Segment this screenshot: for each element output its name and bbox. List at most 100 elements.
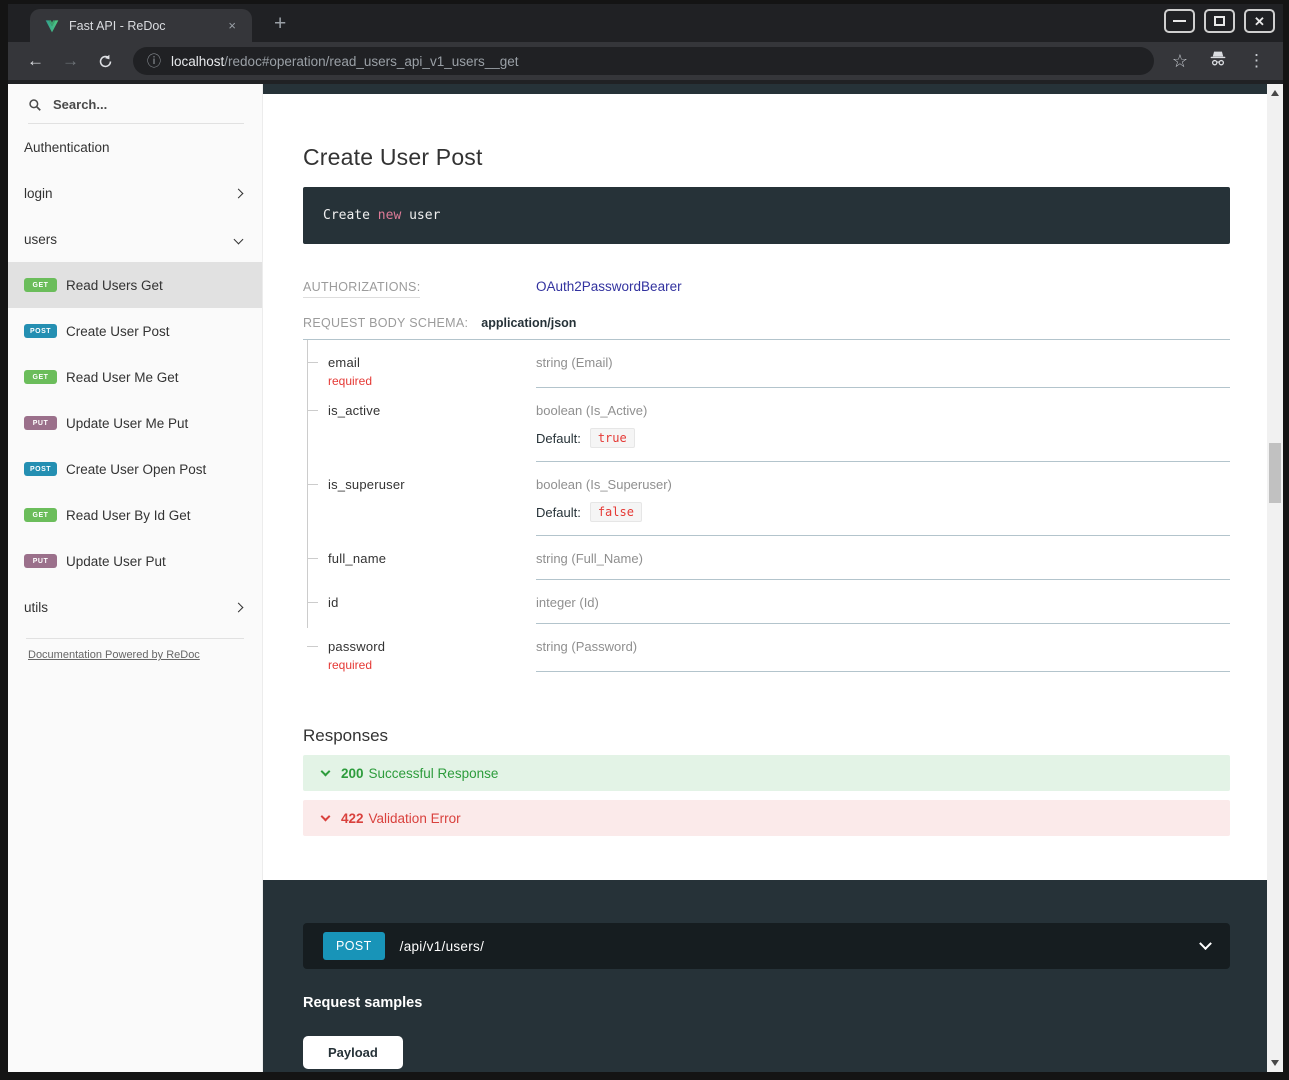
request-body-schema-label: REQUEST BODY SCHEMA: bbox=[303, 316, 468, 330]
request-samples-section: POST /api/v1/users/ Request samples Payl… bbox=[263, 880, 1267, 1072]
previous-section-dark-strip bbox=[263, 84, 1267, 94]
sidebar-item-label: Update User Put bbox=[66, 554, 166, 569]
method-badge-put: PUT bbox=[24, 416, 57, 430]
sidebar-item-utils[interactable]: utils bbox=[8, 584, 262, 630]
tab-close-icon[interactable]: × bbox=[222, 16, 242, 35]
vue-logo-icon bbox=[44, 18, 60, 34]
field-name: is_active bbox=[328, 403, 536, 418]
arrow-down-icon bbox=[1271, 1060, 1279, 1066]
main-panel: Create User Post Create new user AUTHORI… bbox=[263, 84, 1267, 1072]
scrollbar[interactable] bbox=[1267, 84, 1283, 1072]
sidebar-item-login[interactable]: login bbox=[8, 170, 262, 216]
method-badge-post: POST bbox=[24, 324, 57, 338]
payload-tab[interactable]: Payload bbox=[303, 1036, 403, 1069]
arrow-up-icon bbox=[1271, 90, 1279, 96]
authorizations-row: AUTHORIZATIONS: OAuth2PasswordBearer bbox=[303, 278, 1230, 296]
required-flag: required bbox=[328, 658, 536, 672]
field-type: string (Password) bbox=[536, 639, 1230, 654]
field-value-cell: string (Password) bbox=[536, 624, 1230, 672]
sidebar-item-label: users bbox=[24, 232, 57, 247]
sidebar-item-label: Update User Me Put bbox=[66, 416, 188, 431]
method-badge-post: POST bbox=[323, 932, 385, 960]
field-name: id bbox=[328, 595, 536, 610]
sidebar-item-users[interactable]: users bbox=[8, 216, 262, 262]
page-title: Create User Post bbox=[303, 144, 1230, 171]
back-button[interactable]: ← bbox=[18, 51, 53, 71]
sidebar-footer: Documentation Powered by ReDoc bbox=[28, 649, 244, 661]
sidebar-item-update-user-me-put[interactable]: PUT Update User Me Put bbox=[8, 400, 262, 446]
search-box[interactable] bbox=[28, 92, 244, 124]
field-value-cell: boolean (Is_Superuser) Default: false bbox=[536, 462, 1230, 536]
field-name-cell: is_superuser bbox=[307, 462, 536, 536]
field-value-cell: string (Email) bbox=[536, 340, 1230, 388]
url-path: /redoc#operation/read_users_api_v1_users… bbox=[224, 54, 518, 69]
response-code: 200 bbox=[341, 766, 364, 781]
field-type: boolean (Is_Superuser) bbox=[536, 477, 1230, 492]
maximize-icon bbox=[1214, 16, 1225, 26]
reload-button[interactable] bbox=[88, 53, 123, 70]
auth-scheme-link[interactable]: OAuth2PasswordBearer bbox=[536, 279, 682, 294]
sidebar-item-read-user-by-id-get[interactable]: GET Read User By Id Get bbox=[8, 492, 262, 538]
site-info-icon[interactable]: ⓘ bbox=[147, 51, 161, 71]
field-type: string (Email) bbox=[536, 355, 1230, 370]
scroll-up-arrow[interactable] bbox=[1267, 86, 1283, 100]
close-window-button[interactable]: ✕ bbox=[1244, 9, 1275, 33]
default-label: Default: bbox=[536, 505, 581, 520]
endpoint-dropdown[interactable]: POST /api/v1/users/ bbox=[303, 923, 1230, 969]
field-name-cell: is_active bbox=[307, 388, 536, 462]
forward-button[interactable]: → bbox=[53, 51, 88, 71]
sidebar-item-label: login bbox=[24, 186, 53, 201]
chevron-down-icon bbox=[1199, 937, 1212, 950]
tree-connector bbox=[307, 410, 318, 411]
sidebar-item-update-user-put[interactable]: PUT Update User Put bbox=[8, 538, 262, 584]
scroll-down-arrow[interactable] bbox=[1267, 1056, 1283, 1070]
responses-heading: Responses bbox=[303, 726, 1230, 746]
browser-menu-icon[interactable]: ⋮ bbox=[1240, 51, 1273, 71]
chevron-down-icon bbox=[321, 811, 331, 821]
close-icon: ✕ bbox=[1254, 15, 1265, 28]
sidebar-item-label: Create User Open Post bbox=[66, 462, 206, 477]
tree-connector bbox=[307, 362, 318, 363]
field-row-email: email required string (Email) bbox=[307, 340, 1230, 388]
sidebar-item-create-user-open-post[interactable]: POST Create User Open Post bbox=[8, 446, 262, 492]
response-422-banner[interactable]: 422 Validation Error bbox=[303, 800, 1230, 836]
tree-connector bbox=[307, 646, 318, 647]
description-code-block: Create new user bbox=[303, 187, 1230, 244]
sidebar-item-read-user-me-get[interactable]: GET Read User Me Get bbox=[8, 354, 262, 400]
method-badge-put: PUT bbox=[24, 554, 57, 568]
reload-icon bbox=[97, 53, 114, 70]
search-input[interactable] bbox=[51, 96, 221, 113]
field-name-cell: email required bbox=[307, 340, 536, 388]
field-name: password bbox=[328, 639, 536, 654]
sidebar-item-read-users-get[interactable]: GET Read Users Get bbox=[8, 262, 262, 308]
field-type: boolean (Is_Active) bbox=[536, 403, 1230, 418]
response-200-banner[interactable]: 200 Successful Response bbox=[303, 755, 1230, 791]
field-type: integer (Id) bbox=[536, 595, 1230, 610]
incognito-icon bbox=[1200, 50, 1236, 73]
sidebar-item-label: Read User By Id Get bbox=[66, 508, 191, 523]
code-keyword: new bbox=[378, 208, 401, 223]
new-tab-button[interactable]: + bbox=[268, 12, 292, 36]
tree-connector bbox=[307, 484, 318, 485]
bookmark-star-icon[interactable]: ☆ bbox=[1164, 51, 1196, 72]
browser-window: Fast API - ReDoc × + ✕ ← → ⓘ localhost/r… bbox=[0, 0, 1289, 1080]
minimize-button[interactable] bbox=[1164, 9, 1195, 33]
field-name-cell: password required bbox=[307, 624, 536, 672]
code-text: user bbox=[401, 208, 440, 223]
tree-connector bbox=[307, 602, 318, 603]
maximize-button[interactable] bbox=[1204, 9, 1235, 33]
chevron-down-icon bbox=[234, 234, 244, 244]
browser-tab[interactable]: Fast API - ReDoc × bbox=[30, 9, 252, 42]
scrollbar-thumb[interactable] bbox=[1269, 443, 1281, 503]
response-label: Validation Error bbox=[369, 811, 461, 826]
tab-strip: Fast API - ReDoc × + ✕ bbox=[8, 4, 1283, 42]
method-badge-get: GET bbox=[24, 370, 57, 384]
field-row-is-superuser: is_superuser boolean (Is_Superuser) Defa… bbox=[307, 462, 1230, 536]
sidebar-item-create-user-post[interactable]: POST Create User Post bbox=[8, 308, 262, 354]
field-row-is-active: is_active boolean (Is_Active) Default: t… bbox=[307, 388, 1230, 462]
response-label: Successful Response bbox=[369, 766, 499, 781]
address-bar[interactable]: ⓘ localhost/redoc#operation/read_users_a… bbox=[133, 47, 1154, 75]
redoc-attribution-link[interactable]: Documentation Powered by ReDoc bbox=[28, 649, 200, 661]
default-value: false bbox=[590, 502, 642, 522]
sidebar-item-authentication[interactable]: Authentication bbox=[8, 124, 262, 170]
